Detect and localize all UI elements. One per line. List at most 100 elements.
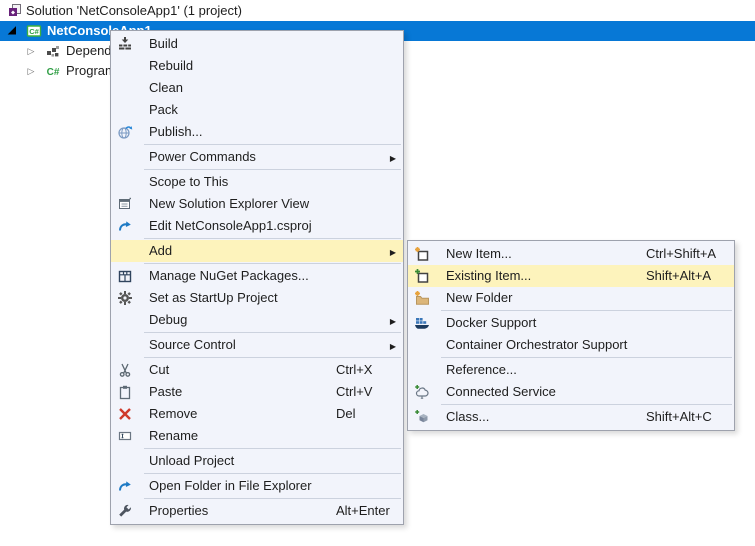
edit-arrow-icon [117,218,133,234]
menu-item-label: Scope to This [149,171,228,193]
submenu-arrow-icon [390,309,396,333]
svg-text:C#: C# [29,27,39,36]
menu-item-label: Class... [446,406,489,428]
publish-icon [117,124,133,140]
menu-item-manage-nuget[interactable]: Manage NuGet Packages... [111,265,403,287]
menu-item-scope-to-this[interactable]: Scope to This [111,171,403,193]
nuget-icon [117,268,133,284]
menu-item-power-commands[interactable]: Power Commands [111,146,403,168]
menu-separator [441,404,732,405]
solution-label: Solution 'NetConsoleApp1' (1 project) [26,0,242,21]
remove-icon [117,406,133,422]
menu-item-label: Rebuild [149,55,193,77]
add-submenu: New Item... Ctrl+Shift+A Existing Item..… [407,240,735,431]
class-icon [414,409,430,425]
menu-item-connected-service[interactable]: Connected Service [408,381,734,403]
menu-item-properties[interactable]: Properties Alt+Enter [111,500,403,522]
menu-item-label: Edit NetConsoleApp1.csproj [149,215,312,237]
solution-icon [7,2,23,18]
csharp-project-icon: C# [26,23,42,39]
menu-item-label: Set as StartUp Project [149,287,278,309]
menu-item-label: Container Orchestrator Support [446,334,627,356]
menu-item-new-folder[interactable]: New Folder [408,287,734,309]
new-folder-icon [414,290,430,306]
menu-item-remove[interactable]: Remove Del [111,403,403,425]
menu-item-add[interactable]: Add [111,240,403,262]
menu-separator [144,448,401,449]
menu-item-reference[interactable]: Reference... [408,359,734,381]
paste-icon [117,384,133,400]
menu-item-source-control[interactable]: Source Control [111,334,403,356]
new-solution-explorer-view-icon [117,196,133,212]
open-folder-arrow-icon [117,478,133,494]
menu-item-cut[interactable]: Cut Ctrl+X [111,359,403,381]
menu-item-publish[interactable]: Publish... [111,121,403,143]
menu-item-set-startup-project[interactable]: Set as StartUp Project [111,287,403,309]
menu-item-shortcut: Ctrl+V [336,381,372,403]
menu-item-label: Paste [149,381,182,403]
menu-item-label: Clean [149,77,183,99]
menu-item-label: Add [149,240,172,262]
menu-item-label: New Folder [446,287,512,309]
expander-closed-icon[interactable] [25,61,37,81]
menu-item-shortcut: Ctrl+Shift+A [646,243,716,265]
submenu-arrow-icon [390,146,396,170]
menu-item-new-item[interactable]: New Item... Ctrl+Shift+A [408,243,734,265]
menu-item-label: Remove [149,403,197,425]
menu-separator [144,357,401,358]
menu-separator [144,144,401,145]
menu-separator [441,357,732,358]
menu-item-shortcut: Del [336,403,356,425]
menu-item-label: Reference... [446,359,517,381]
menu-separator [144,263,401,264]
menu-item-docker-support[interactable]: Docker Support [408,312,734,334]
build-icon [117,36,133,52]
menu-item-build[interactable]: Build [111,33,403,55]
menu-item-rebuild[interactable]: Rebuild [111,55,403,77]
menu-separator [144,473,401,474]
menu-separator [144,238,401,239]
menu-separator [441,310,732,311]
menu-item-pack[interactable]: Pack [111,99,403,121]
menu-item-paste[interactable]: Paste Ctrl+V [111,381,403,403]
menu-item-shortcut: Alt+Enter [336,500,390,522]
solution-node[interactable]: Solution 'NetConsoleApp1' (1 project) [0,0,755,21]
menu-item-existing-item[interactable]: Existing Item... Shift+Alt+A [408,265,734,287]
menu-separator [144,498,401,499]
menu-item-open-folder[interactable]: Open Folder in File Explorer [111,475,403,497]
menu-item-label: Open Folder in File Explorer [149,475,312,497]
menu-item-label: Build [149,33,178,55]
expander-closed-icon[interactable] [25,41,37,61]
menu-item-class[interactable]: Class... Shift+Alt+C [408,406,734,428]
menu-item-label: Rename [149,425,198,447]
menu-item-label: Debug [149,309,187,331]
new-item-icon [414,246,430,262]
menu-item-clean[interactable]: Clean [111,77,403,99]
wrench-icon [117,503,133,519]
menu-item-label: New Solution Explorer View [149,193,309,215]
dependencies-icon [45,43,61,59]
menu-item-shortcut: Shift+Alt+C [646,406,712,428]
existing-item-icon [414,268,430,284]
submenu-arrow-icon [390,240,396,264]
menu-item-edit-csproj[interactable]: Edit NetConsoleApp1.csproj [111,215,403,237]
submenu-arrow-icon [390,334,396,358]
menu-item-debug[interactable]: Debug [111,309,403,331]
csharp-file-icon: C# [45,63,61,79]
connected-service-icon [414,384,430,400]
menu-item-container-orchestrator[interactable]: Container Orchestrator Support [408,334,734,356]
menu-separator [144,332,401,333]
menu-item-label: Existing Item... [446,265,531,287]
menu-item-unload-project[interactable]: Unload Project [111,450,403,472]
menu-item-shortcut: Ctrl+X [336,359,372,381]
menu-item-label: Connected Service [446,381,556,403]
menu-item-rename[interactable]: Rename [111,425,403,447]
menu-item-label: Cut [149,359,169,381]
menu-separator [144,169,401,170]
gear-icon [117,290,133,306]
menu-item-label: Pack [149,99,178,121]
rename-icon [117,428,133,444]
menu-item-new-solution-explorer-view[interactable]: New Solution Explorer View [111,193,403,215]
cut-icon [117,362,133,378]
expander-open-icon[interactable] [6,21,18,41]
